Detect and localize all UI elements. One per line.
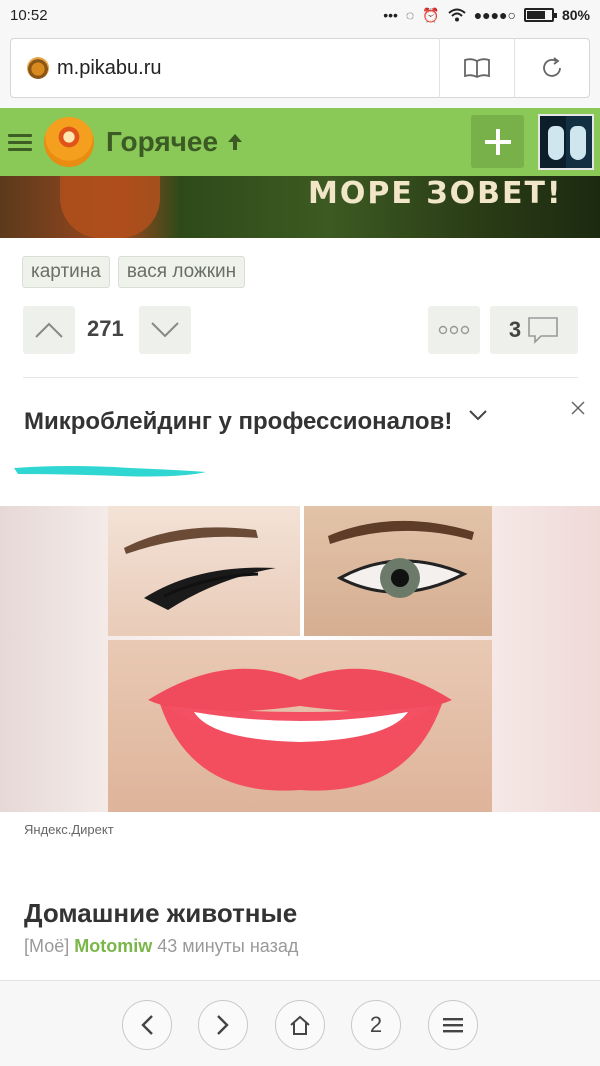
battery-icon: [523, 8, 557, 22]
back-button[interactable]: [122, 1000, 172, 1050]
plus-icon: [484, 128, 511, 155]
chevron-left-icon: [141, 1015, 153, 1035]
post-tags: картина вася ложкин: [22, 256, 246, 288]
menu-icon: [443, 1018, 463, 1033]
tabs-count: 2: [369, 1012, 383, 1037]
reload-button[interactable]: [515, 38, 589, 98]
site-header: Горячее: [0, 108, 600, 176]
wifi-icon: [448, 8, 466, 22]
add-post-button[interactable]: [471, 115, 524, 168]
tag[interactable]: вася ложкин: [117, 256, 246, 288]
reload-icon: [543, 57, 561, 77]
divider: [23, 377, 578, 378]
home-button[interactable]: [275, 1000, 325, 1050]
post-community[interactable]: [Моё]: [24, 936, 69, 956]
comment-bubble-icon: [528, 317, 558, 344]
signal-icon: ●●●●○: [473, 7, 516, 23]
more-dots-icon: [438, 325, 470, 335]
battery-percent: 80%: [561, 7, 590, 23]
user-avatar[interactable]: [538, 114, 594, 170]
sync-icon: ◌: [405, 7, 415, 23]
home-icon: [290, 1015, 310, 1035]
comments-button[interactable]: 3: [490, 306, 578, 354]
dots-icon: •••: [383, 7, 398, 23]
comments-count: 3: [508, 317, 522, 342]
tag[interactable]: картина: [22, 256, 110, 288]
post-image[interactable]: МОРЕ ЗОВЕТ!: [0, 176, 600, 238]
ad-source[interactable]: Яндекс.Директ: [24, 822, 114, 837]
chevron-down-icon: [151, 322, 179, 338]
more-button[interactable]: [428, 306, 480, 354]
status-time: 10:52: [10, 6, 48, 24]
lips-image: [108, 640, 492, 812]
ad-image[interactable]: [0, 506, 600, 812]
post-actions: 271 3: [23, 306, 578, 354]
site-favicon-icon: [27, 57, 49, 79]
reader-mode-button[interactable]: [440, 38, 514, 98]
post-author[interactable]: Motomiw: [74, 936, 152, 956]
alarm-icon: ⏰: [422, 6, 440, 23]
browser-bottom-nav: 2: [0, 980, 600, 1066]
upvote-button[interactable]: [23, 306, 75, 354]
post-time: 43 минуты назад: [157, 936, 299, 956]
url-text[interactable]: m.pikabu.ru: [57, 57, 439, 80]
browser-toolbar: m.pikabu.ru: [0, 30, 600, 108]
pikabu-logo[interactable]: [44, 117, 94, 167]
chevron-up-icon: [35, 322, 63, 338]
forward-button[interactable]: [198, 1000, 248, 1050]
post-image-caption: МОРЕ ЗОВЕТ!: [308, 176, 563, 211]
post-rating: 271: [87, 316, 124, 341]
status-icons: ••• ◌ ⏰ ●●●●○ 80%: [383, 7, 590, 24]
redacted-scribble: [14, 466, 206, 477]
arrow-up-icon: [228, 134, 243, 150]
chevron-down-icon[interactable]: [468, 408, 488, 422]
eye-makeup-image: [108, 506, 300, 636]
tabs-button[interactable]: 2: [351, 1000, 401, 1050]
ad-title[interactable]: Микроблейдинг у профессионалов!: [24, 408, 452, 436]
address-bar[interactable]: m.pikabu.ru: [10, 38, 590, 98]
status-bar: 10:52 ••• ◌ ⏰ ●●●●○ 80%: [0, 0, 600, 30]
post-meta: [Моё] Motomiw 43 минуты назад: [24, 936, 298, 957]
downvote-button[interactable]: [139, 306, 191, 354]
chevron-right-icon: [217, 1015, 229, 1035]
eye-closeup-image: [304, 506, 492, 636]
close-icon[interactable]: [568, 398, 588, 418]
page-title[interactable]: Горячее: [106, 126, 218, 158]
post-title[interactable]: Домашние животные: [24, 898, 297, 929]
menu-icon[interactable]: [8, 133, 32, 151]
book-icon: [464, 58, 490, 79]
browser-menu-button[interactable]: [428, 1000, 478, 1050]
